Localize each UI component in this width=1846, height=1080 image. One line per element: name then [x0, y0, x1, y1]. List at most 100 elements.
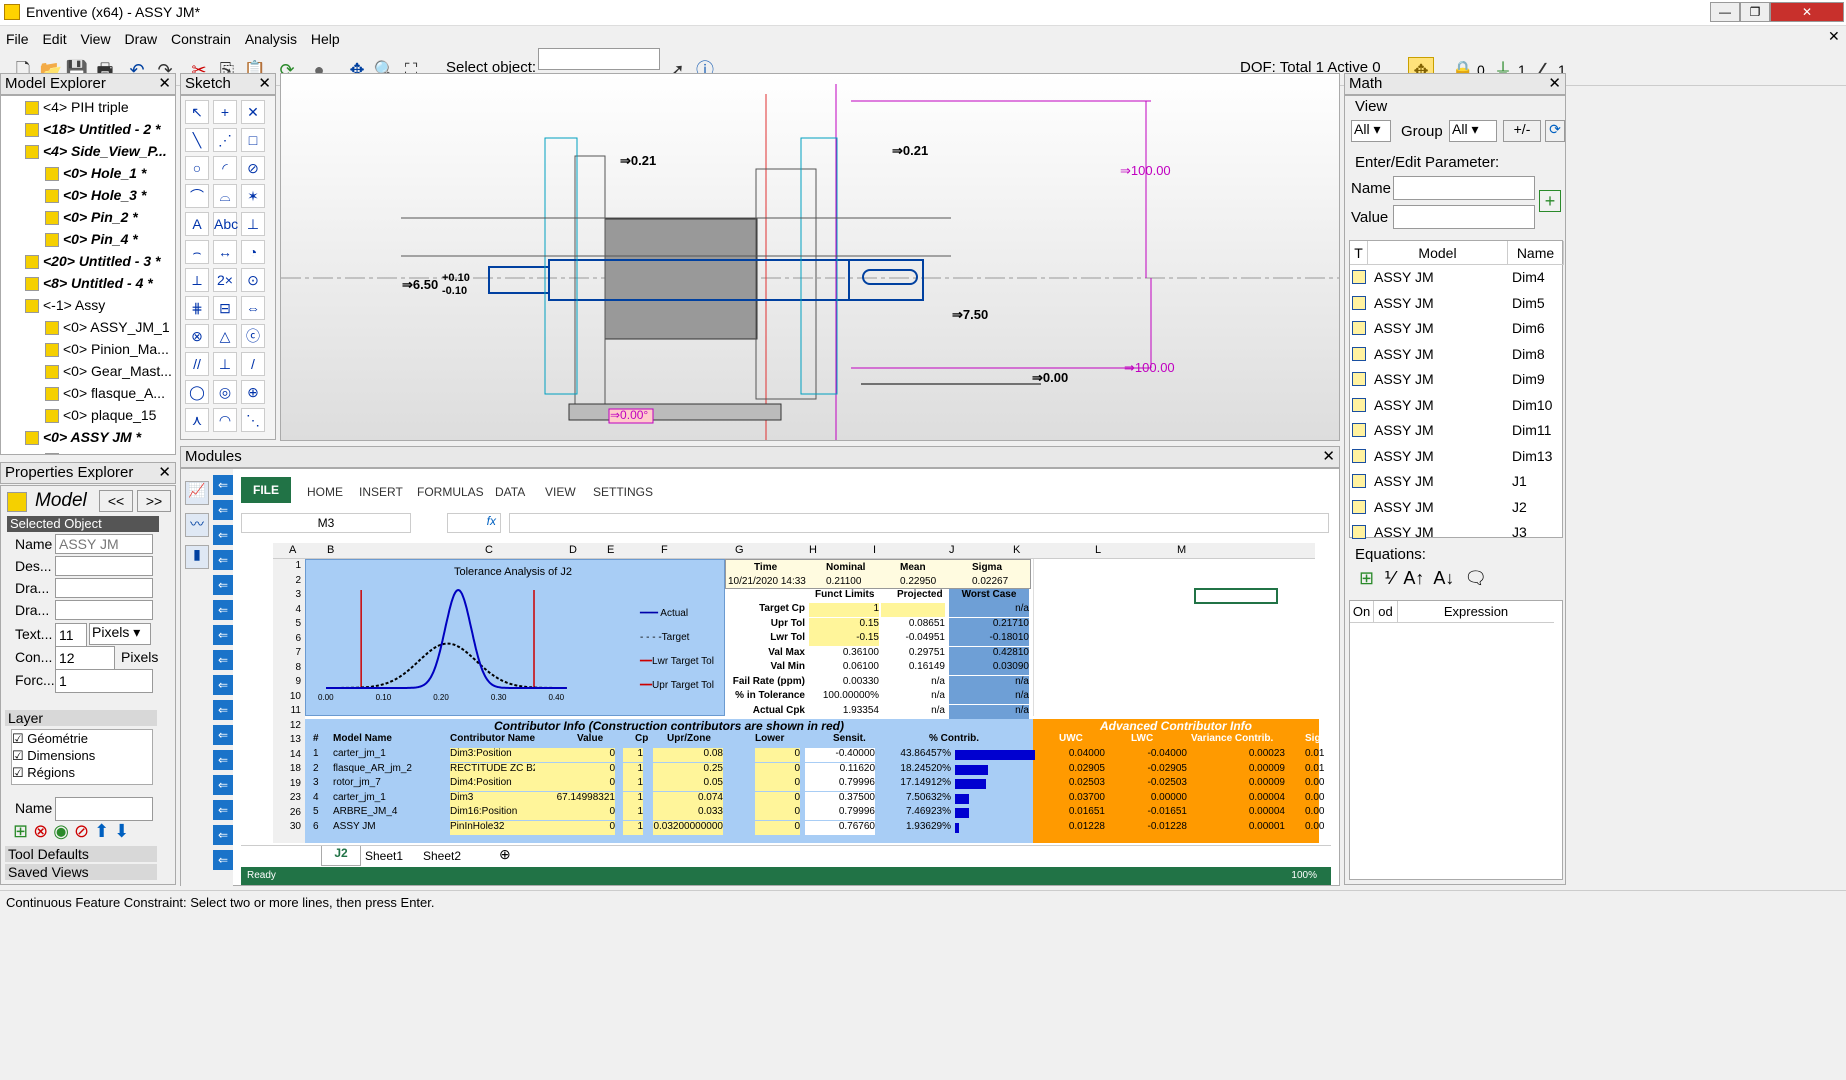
contrib-cell[interactable]: 0 [535, 777, 615, 791]
menu-constrain[interactable]: Constrain [171, 28, 231, 50]
perp-tool-icon[interactable]: ⟂ [185, 268, 209, 292]
contrib-cell[interactable]: -0.02503 [1117, 777, 1187, 791]
contrib-cell[interactable]: 0 [755, 820, 800, 835]
dim-label-4[interactable]: ⇒7.50 [952, 307, 988, 323]
tree-item[interactable]: <0> plaque_15 [1, 404, 175, 426]
contrib-cell[interactable]: flasque_AR_jm_2 [333, 763, 443, 777]
segment-tool-icon[interactable]: ⋰ [213, 128, 237, 152]
property-input[interactable] [55, 600, 153, 620]
layer-name-input[interactable] [55, 797, 153, 821]
contrib-cell[interactable]: 0.04000 [1045, 748, 1105, 762]
dim-label-5[interactable]: ⇒0.00 [1032, 370, 1068, 386]
tree-item[interactable]: <-1> Assy [1, 294, 175, 316]
contrib-cell[interactable]: 0.79996 [805, 806, 875, 820]
column-header[interactable]: F [661, 544, 668, 556]
contrib-cell[interactable]: 1 [623, 820, 643, 835]
prev-button[interactable]: << [99, 490, 133, 512]
tree-item[interactable]: <0> ASSY_JM_1 [1, 316, 175, 338]
contrib-cell[interactable]: -0.01651 [1117, 806, 1187, 820]
sheet-tab-j2[interactable]: J2 [321, 846, 361, 866]
hide-layer-icon[interactable]: ⊘ [74, 821, 89, 841]
block-tool-icon[interactable]: ⊟ [213, 296, 237, 320]
fillet-tool-icon[interactable]: ◠ [213, 408, 237, 432]
percent-icon[interactable]: ⇐ [213, 550, 233, 570]
contrib-cell[interactable]: 0.033 [653, 806, 723, 820]
stat-limit[interactable]: 100.00000% [809, 690, 879, 704]
stat-projected[interactable]: n/a [881, 690, 945, 704]
param-name[interactable]: J3 [1512, 524, 1527, 540]
menu-file[interactable]: File [6, 28, 29, 50]
contrib-cell[interactable]: 0.03200000000 [653, 820, 723, 835]
param-model[interactable]: ASSY JM [1374, 422, 1434, 438]
perpendicular-tool-icon[interactable]: ⊥ [213, 352, 237, 376]
param-name[interactable]: J1 [1512, 473, 1527, 489]
tree-item[interactable]: <0> Gear_Mast... [1, 360, 175, 382]
column-header[interactable]: M [1177, 544, 1186, 556]
stat-worst[interactable]: 0.42810 [949, 646, 1029, 661]
contrib-cell[interactable]: Dim3 [450, 791, 540, 806]
contrib-cell[interactable]: 4 [313, 792, 331, 806]
param-name[interactable]: Dim4 [1512, 269, 1545, 285]
contrib-cell[interactable]: rotor_jm_7 [333, 777, 443, 791]
ribbon-data-tab[interactable]: DATA [495, 485, 525, 499]
label-tool-icon[interactable]: Abc [213, 212, 238, 236]
row-header[interactable]: 26 [277, 807, 301, 818]
left-arrow-icon[interactable]: ⇐ [213, 725, 233, 745]
selected-cell-m3[interactable] [1194, 588, 1278, 604]
xy-icon[interactable]: ⇐ [213, 700, 233, 720]
font-larger-icon[interactable]: A↑ [1403, 568, 1424, 588]
stat-worst[interactable]: 0.21710 [949, 617, 1029, 632]
column-header[interactable]: E [607, 544, 614, 556]
tree-item[interactable]: <18> Untitled - 2 * [1, 118, 175, 140]
row-header[interactable]: 1 [277, 560, 301, 571]
row-header[interactable]: 14 [277, 749, 301, 760]
point-tool-icon[interactable]: + [213, 100, 237, 124]
contrib-cell[interactable]: 1 [623, 791, 643, 806]
stat-worst[interactable]: n/a [949, 704, 1029, 719]
stat-worst[interactable]: n/a [949, 690, 1029, 704]
line-tool-icon[interactable]: ╲ [185, 128, 209, 152]
stat-limit[interactable]: -0.15 [809, 632, 879, 646]
contrib-cell[interactable]: 0.01228 [1045, 821, 1105, 835]
tree-item[interactable]: <4> Side_View_P... [1, 140, 175, 162]
contrib-cell[interactable]: 0.11620 [805, 762, 875, 777]
row-header[interactable]: 6 [277, 633, 301, 644]
contrib-cell[interactable]: 0 [535, 748, 615, 762]
fraction-icon[interactable]: ⅟ [1384, 568, 1394, 588]
contrib-cell[interactable]: 0.00 [1305, 806, 1324, 820]
param-model[interactable]: ASSY JM [1374, 269, 1434, 285]
dim-label-3[interactable]: ⇒6.50 [402, 277, 438, 293]
param-model[interactable]: ASSY JM [1374, 320, 1434, 336]
row-header[interactable]: 11 [277, 705, 301, 716]
bar-module-icon[interactable]: ▮ [185, 545, 209, 569]
cf-tool-icon[interactable]: ⓒ [241, 324, 265, 348]
text-tool-icon[interactable]: A [185, 212, 209, 236]
target-tool-icon[interactable]: ⊕ [241, 380, 265, 404]
forc-input[interactable] [55, 669, 153, 693]
column-header[interactable]: D [569, 544, 577, 556]
coincident-tool-icon[interactable]: ◎ [213, 380, 237, 404]
contrib-cell[interactable]: 7.46923% [881, 806, 951, 820]
menu-analysis[interactable]: Analysis [245, 28, 297, 50]
contrib-cell[interactable]: Dim3:Position [450, 748, 540, 762]
contrib-cell[interactable]: 0 [535, 820, 615, 835]
contrib-cell[interactable]: 0.37500 [805, 791, 875, 806]
distance-tool-icon[interactable]: ↔ [213, 240, 237, 264]
param-name[interactable]: Dim6 [1512, 320, 1545, 336]
bend-tool-icon[interactable]: ⌢ [185, 240, 209, 264]
tree-item[interactable]: <0> carter_jm_1 [1, 448, 175, 454]
row-header[interactable]: 7 [277, 647, 301, 658]
contrib-cell[interactable]: 0.01 [1305, 748, 1324, 762]
row-header[interactable]: 8 [277, 662, 301, 673]
layer-header[interactable]: Layer [5, 710, 157, 726]
layer-up-icon[interactable]: ⬆ [94, 821, 109, 841]
concentric-tool-icon[interactable]: ◯ [185, 380, 209, 404]
contrib-cell[interactable]: 0.00004 [1205, 806, 1285, 820]
param-model[interactable]: ASSY JM [1374, 524, 1434, 540]
undo-icon[interactable]: ⇐ [213, 500, 233, 520]
contrib-cell[interactable]: 17.14912% [881, 777, 951, 791]
panel-close-icon[interactable]: ✕ [258, 74, 275, 94]
contrib-cell[interactable]: 0.00 [1305, 821, 1324, 835]
contrib-cell[interactable]: -0.01228 [1117, 821, 1187, 835]
contrib-cell[interactable]: 0.05 [653, 777, 723, 791]
